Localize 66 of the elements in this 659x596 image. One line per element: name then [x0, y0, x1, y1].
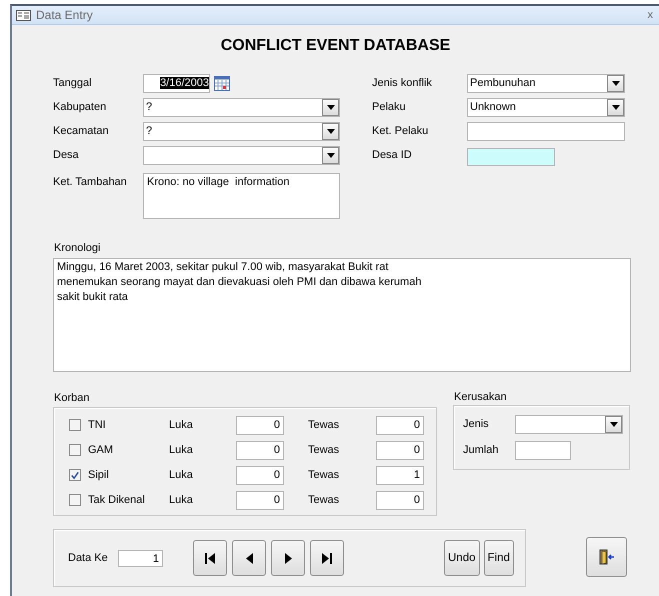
- door-exit-icon: [598, 549, 614, 565]
- field-label: Pelaku: [372, 100, 407, 115]
- field-label: Desa ID: [372, 148, 413, 163]
- combo-box[interactable]: ?: [143, 122, 340, 141]
- field-label: Tewas: [308, 419, 340, 431]
- last-record-button[interactable]: [310, 540, 344, 576]
- action-button[interactable]: Find: [484, 540, 514, 576]
- number-field[interactable]: 0: [376, 416, 424, 434]
- field-label: Data Ke: [68, 550, 109, 566]
- text-field[interactable]: [467, 122, 625, 141]
- next-record-button[interactable]: [271, 540, 305, 576]
- field-label: Luka: [169, 444, 194, 456]
- number-field[interactable]: 0: [236, 416, 284, 434]
- skip-to-end-icon: [322, 552, 332, 564]
- field-label: Ket. Pelaku: [372, 124, 430, 139]
- combo-box[interactable]: Unknown: [467, 98, 625, 117]
- field-label: Jumlah: [463, 443, 500, 458]
- previous-record-button[interactable]: [232, 540, 266, 576]
- checkbox-label: Sipil: [88, 469, 110, 481]
- calendar-icon[interactable]: [214, 76, 230, 91]
- checkbox[interactable]: [69, 494, 81, 506]
- checkbox-label: TNI: [88, 419, 107, 431]
- window-title: Data Entry: [36, 8, 94, 22]
- checkbox-label: GAM: [88, 444, 114, 456]
- field-label: Luka: [169, 469, 194, 481]
- left-triangle-icon: [246, 552, 252, 564]
- field-label: Kecamatan: [53, 124, 110, 139]
- checkbox-label: Tak Dikenal: [88, 494, 146, 506]
- field-label: Kabupaten: [53, 100, 108, 115]
- field-label: Tanggal: [53, 76, 93, 91]
- number-field[interactable]: 1: [376, 466, 424, 484]
- close-button[interactable]: x: [648, 9, 655, 21]
- exit-button[interactable]: [586, 537, 627, 577]
- checkbox[interactable]: [69, 469, 81, 481]
- number-field[interactable]: 0: [236, 466, 284, 484]
- skip-to-start-icon: [205, 552, 215, 564]
- field-label: Tewas: [308, 494, 340, 506]
- field-label: Ket. Tambahan: [53, 175, 128, 190]
- checkbox[interactable]: [69, 444, 81, 456]
- number-field[interactable]: 0: [376, 440, 424, 460]
- number-field[interactable]: 0: [236, 440, 284, 460]
- field-label: Luka: [169, 494, 194, 506]
- action-button[interactable]: Undo: [444, 540, 480, 576]
- text-area[interactable]: Krono: no village information: [143, 173, 340, 219]
- field-label: Tewas: [308, 444, 340, 456]
- number-field[interactable]: 0: [236, 490, 284, 510]
- number-field[interactable]: 0: [376, 490, 424, 510]
- text-field[interactable]: [515, 441, 571, 460]
- combo-box[interactable]: Pembunuhan: [467, 74, 625, 93]
- right-triangle-icon: [284, 552, 292, 564]
- section-label: Kerusakan: [454, 391, 508, 404]
- field-label: Jenis konflik: [372, 76, 433, 91]
- combo-box[interactable]: ?: [143, 98, 340, 117]
- field-label: Jenis: [463, 417, 490, 432]
- field-label: Luka: [169, 419, 194, 431]
- form-icon: [16, 10, 31, 20]
- section-label: Korban: [54, 392, 90, 405]
- field-label: Tewas: [308, 469, 340, 481]
- section-label: Kronologi: [54, 242, 102, 255]
- checkbox[interactable]: [69, 419, 81, 431]
- form-heading: CONFLICT EVENT DATABASE: [220, 37, 452, 55]
- first-record-button[interactable]: [193, 540, 227, 576]
- date-field[interactable]: 3/16/2003: [143, 74, 210, 93]
- record-number-field[interactable]: 1: [118, 550, 163, 566]
- text-area[interactable]: Minggu, 16 Maret 2003, sekitar pukul 7.00 wib, masyarakat Bukit rat menemukan seorang mayat dan dievakuasi oleh PMI dan dibawa kerumah sakit bukit rata: [53, 258, 631, 372]
- field-label: Desa: [53, 148, 80, 163]
